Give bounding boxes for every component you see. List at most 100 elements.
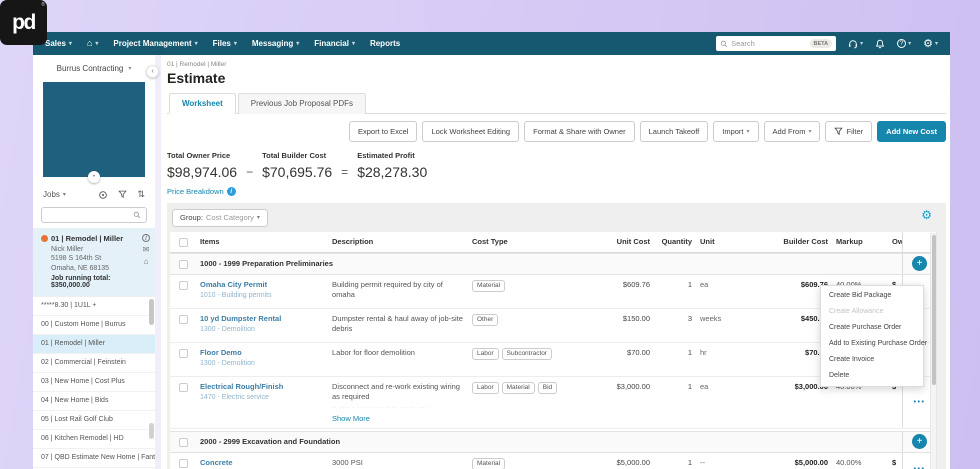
row-actions-menu-button[interactable]: •••: [914, 466, 926, 469]
company-name: Burrus Contracting: [57, 64, 124, 73]
home-icon[interactable]: ⌂: [144, 258, 149, 266]
search-input[interactable]: [731, 39, 806, 48]
show-more-link[interactable]: Show More: [332, 414, 464, 423]
menu-item-create-bid-package[interactable]: Create Bid Package: [821, 288, 923, 304]
funnel-icon[interactable]: [118, 190, 127, 199]
table-header-row: ItemsDescriptionCost TypeUnit CostQuanti…: [170, 232, 936, 253]
envelope-icon[interactable]: ✉: [143, 246, 150, 254]
selected-job-card[interactable]: 01 | Remodel | Miller Nick Miller 5198 S…: [33, 228, 155, 296]
item-description: Building permit required by city of omah…: [332, 280, 464, 301]
select-all-checkbox[interactable]: [179, 238, 188, 247]
group-checkbox[interactable]: [179, 438, 188, 447]
row-checkbox[interactable]: [179, 315, 188, 324]
unit-cost: $70.00: [574, 343, 654, 362]
item-name-link[interactable]: Electrical Rough/Finish: [200, 382, 324, 391]
job-list-item[interactable]: 02 | Commercial | Feinstein: [33, 354, 155, 373]
sidebar-collapse-button[interactable]: ‹: [146, 65, 159, 78]
row-checkbox[interactable]: [179, 281, 188, 290]
add-from-button[interactable]: Add From▾: [764, 121, 821, 142]
pandadoc-logo-text: pd: [12, 11, 35, 35]
menu-item-add-to-existing-purchase-order[interactable]: Add to Existing Purchase Order: [821, 336, 923, 352]
price-breakdown-link[interactable]: Price Breakdown i: [167, 187, 946, 196]
group-label: 2000 - 2999 Excavation and Foundation: [196, 434, 902, 449]
button-label: Filter: [846, 127, 863, 136]
job-list-item[interactable]: 00 | Custom Home | Burrus: [33, 316, 155, 335]
job-list-scrollbar-thumb[interactable]: [149, 299, 154, 325]
jobs-search[interactable]: [41, 207, 147, 223]
add-cost-to-group-button[interactable]: +: [912, 434, 927, 449]
filter-button[interactable]: Filter: [825, 121, 872, 142]
group-by-label: Group:: [180, 213, 203, 222]
page-title: Estimate: [167, 70, 946, 86]
add-new-cost-button[interactable]: Add New Cost: [877, 121, 946, 142]
unit: ea: [696, 377, 744, 396]
tab-previous-job-proposal-pdfs[interactable]: Previous Job Proposal PDFs: [238, 93, 366, 114]
item-name-link[interactable]: Concrete: [200, 458, 324, 467]
info-icon[interactable]: i: [227, 187, 236, 196]
company-selector[interactable]: Burrus Contracting ▾: [33, 55, 155, 82]
add-cost-to-group-button[interactable]: +: [912, 256, 927, 271]
job-list-item[interactable]: 03 | New Home | Cost Plus: [33, 373, 155, 392]
table-settings-gear-icon[interactable]: ⚙: [921, 209, 932, 221]
builder-cost: $5,000.00: [744, 453, 832, 469]
cost-type-chip: Labor: [472, 348, 499, 360]
nav-item-messaging[interactable]: Messaging▾: [252, 39, 299, 48]
lock-worksheet-editing-button[interactable]: Lock Worksheet Editing: [422, 121, 519, 142]
nav-home-item[interactable]: ⌂▾: [87, 39, 98, 48]
global-search[interactable]: BETA: [716, 36, 836, 51]
table-scrollbar[interactable]: [930, 233, 937, 469]
nav-item-sales[interactable]: Sales▾: [45, 39, 72, 48]
menu-item-delete[interactable]: Delete: [821, 368, 923, 384]
chevron-down-icon: ▾: [908, 40, 911, 47]
info-icon[interactable]: i: [142, 234, 150, 242]
chevron-down-icon[interactable]: ▾: [63, 191, 66, 198]
group-by-dropdown[interactable]: Group: Cost Category ▾: [172, 209, 268, 227]
job-list-item[interactable]: 04 | New Home | Bids: [33, 392, 155, 411]
nav-item-project-management[interactable]: Project Management▾: [113, 39, 197, 48]
target-icon[interactable]: [98, 190, 108, 200]
bell-icon[interactable]: [875, 39, 885, 49]
nav-item-files[interactable]: Files▾: [213, 39, 237, 48]
item-cost-code: 1010 - Building permits: [200, 292, 324, 299]
row-checkbox[interactable]: [179, 349, 188, 358]
export-to-excel-button[interactable]: Export to Excel: [349, 121, 417, 142]
column-header: Description: [328, 232, 468, 251]
table-scrollbar-thumb[interactable]: [932, 235, 936, 385]
row-actions-menu-button[interactable]: •••: [914, 399, 926, 406]
import-button[interactable]: Import▾: [713, 121, 758, 142]
format-share-with-owner-button[interactable]: Format & Share with Owner: [524, 121, 635, 142]
jobs-search-input[interactable]: [47, 212, 133, 219]
job-list-item[interactable]: *****8.30 | 1U1L +: [33, 297, 155, 316]
job-running-total: Job running total: $350,000.00: [41, 275, 149, 289]
map-expand-button[interactable]: •: [88, 171, 100, 183]
item-name-link[interactable]: 10 yd Dumpster Rental: [200, 314, 324, 323]
item-name-link[interactable]: Floor Demo: [200, 348, 324, 357]
job-list-item[interactable]: 05 | Lost Rail Golf Club: [33, 411, 155, 430]
jobs-tools: ⇅: [98, 189, 145, 200]
job-list-scrollbar-thumb-2[interactable]: [149, 423, 154, 439]
menu-item-create-allowance[interactable]: Create Allowance: [821, 304, 923, 320]
menu-item-create-purchase-order[interactable]: Create Purchase Order: [821, 320, 923, 336]
sort-icon[interactable]: ⇅: [137, 189, 145, 200]
settings-icon[interactable]: ⚙▾: [923, 39, 938, 49]
row-checkbox[interactable]: [179, 383, 188, 392]
nav-item-reports[interactable]: Reports: [370, 39, 400, 48]
job-list-item[interactable]: 06 | Kitchen Remodel | HD: [33, 430, 155, 449]
support-icon[interactable]: ▾: [848, 39, 863, 49]
top-navbar: Sales▾ ⌂▾ Project Management▾ Files▾ Messagi…: [33, 32, 950, 55]
nav-item-financial[interactable]: Financial▾: [314, 39, 355, 48]
job-list-item[interactable]: 07 | QBD Estimate New Home | Fantana: [33, 449, 155, 468]
item-name-link[interactable]: Omaha City Permit: [200, 280, 324, 289]
launch-takeoff-button[interactable]: Launch Takeoff: [640, 121, 709, 142]
builder-cost: $3,000.00: [744, 377, 832, 396]
chevron-down-icon: ▾: [128, 65, 131, 72]
job-list-item[interactable]: 01 | Remodel | Miller: [33, 335, 155, 354]
help-icon[interactable]: ?▾: [897, 39, 911, 48]
menu-item-create-invoice[interactable]: Create Invoice: [821, 352, 923, 368]
group-label: 1000 - 1999 Preparation Preliminaries: [196, 256, 902, 271]
button-label: Import: [722, 127, 743, 136]
breadcrumb: 01 | Remodel | Miller: [167, 61, 946, 68]
tab-worksheet[interactable]: Worksheet: [169, 93, 236, 114]
row-checkbox[interactable]: [179, 459, 188, 468]
group-checkbox[interactable]: [179, 260, 188, 269]
